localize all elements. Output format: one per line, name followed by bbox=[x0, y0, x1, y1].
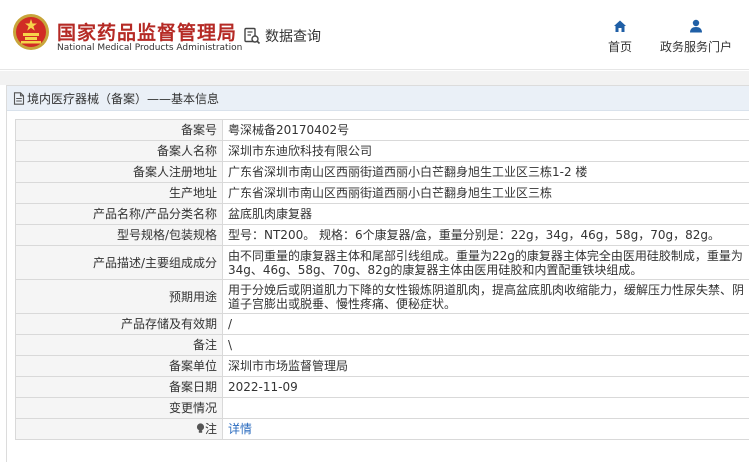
info-panel: 境内医疗器械（备案）——基本信息 备案号 粤深械备20170402号 备案人名称… bbox=[6, 85, 749, 462]
site-header: 国家药品监督管理局 National Medical Products Admi… bbox=[0, 0, 749, 70]
panel-title: 境内医疗器械（备案）——基本信息 bbox=[27, 91, 220, 106]
field-label: 型号规格/包装规格 bbox=[15, 224, 223, 246]
user-icon bbox=[690, 19, 702, 33]
field-label: 产品描述/主要组成成分 bbox=[15, 245, 223, 280]
field-value: 用于分娩后或阴道肌力下降的女性锻炼阴道肌肉，提高盆底肌肉收缩能力，缓解压力性尿失… bbox=[222, 279, 749, 314]
field-label: 备案号 bbox=[15, 119, 223, 141]
table-row: 预期用途 用于分娩后或阴道肌力下降的女性锻炼阴道肌肉，提高盆底肌肉收缩能力，缓解… bbox=[15, 279, 749, 314]
home-icon bbox=[614, 20, 626, 32]
lightbulb-icon bbox=[196, 423, 205, 433]
panel-title-bar: 境内医疗器械（备案）——基本信息 bbox=[7, 86, 749, 111]
field-label: 注 bbox=[204, 422, 217, 436]
field-value: 深圳市市场监督管理局 bbox=[222, 355, 749, 377]
table-row: 产品存储及有效期 / bbox=[15, 313, 749, 335]
brand-title: 国家药品监督管理局 bbox=[57, 22, 238, 44]
data-query-link[interactable]: 数据查询 bbox=[243, 26, 321, 46]
field-label: 备案日期 bbox=[15, 376, 223, 398]
details-link[interactable]: 详情 bbox=[228, 422, 252, 436]
field-value: 型号：NT200。 规格：6个康复器/盒，重量分别是：22g，34g，46g，5… bbox=[222, 224, 749, 246]
nav-service-portal[interactable]: 政务服务门户 bbox=[656, 19, 736, 55]
table-row: 生产地址 广东省深圳市南山区西丽街道西丽小白芒翻身旭生工业区三栋 bbox=[15, 182, 749, 204]
field-label: 备案人注册地址 bbox=[15, 161, 223, 183]
field-label: 产品存储及有效期 bbox=[15, 313, 223, 335]
table-row: 备案人名称 深圳市东迪欣科技有限公司 bbox=[15, 140, 749, 162]
document-icon bbox=[13, 91, 25, 105]
field-label: 变更情况 bbox=[15, 397, 223, 419]
field-value bbox=[222, 397, 749, 419]
field-label: 预期用途 bbox=[15, 279, 223, 314]
table-row: 备案号 粤深械备20170402号 bbox=[15, 119, 749, 141]
table-row: 产品名称/产品分类名称 盆底肌肉康复器 bbox=[15, 203, 749, 225]
note-label-cell: 注 bbox=[15, 418, 223, 440]
nav-home-label: 首页 bbox=[607, 40, 632, 54]
field-value: / bbox=[222, 313, 749, 335]
table-row: 注 详情 bbox=[15, 418, 749, 440]
national-emblem-logo bbox=[13, 14, 49, 50]
field-label: 备注 bbox=[15, 334, 223, 356]
data-query-label: 数据查询 bbox=[265, 29, 321, 45]
table-row: 产品描述/主要组成成分 由不同重量的康复器主体和尾部引线组成。重量为22g的康复… bbox=[15, 245, 749, 280]
record-info-table: 备案号 粤深械备20170402号 备案人名称 深圳市东迪欣科技有限公司 备案人… bbox=[15, 119, 749, 440]
table-row: 备注 \ bbox=[15, 334, 749, 356]
table-row: 型号规格/包装规格 型号：NT200。 规格：6个康复器/盒，重量分别是：22g… bbox=[15, 224, 749, 246]
table-row: 备案人注册地址 广东省深圳市南山区西丽街道西丽小白芒翻身旭生工业区三栋1-2 楼 bbox=[15, 161, 749, 183]
field-value: 广东省深圳市南山区西丽街道西丽小白芒翻身旭生工业区三栋1-2 楼 bbox=[222, 161, 749, 183]
field-value: 粤深械备20170402号 bbox=[222, 119, 749, 141]
search-document-icon bbox=[244, 27, 261, 45]
table-row: 备案单位 深圳市市场监督管理局 bbox=[15, 355, 749, 377]
brand-subtitle: National Medical Products Administration bbox=[57, 43, 243, 53]
field-value: \ bbox=[222, 334, 749, 356]
field-value: 由不同重量的康复器主体和尾部引线组成。重量为22g的康复器主体完全由医用硅胶制成… bbox=[222, 245, 749, 280]
table-row: 变更情况 bbox=[15, 397, 749, 419]
field-value: 2022-11-09 bbox=[222, 376, 749, 398]
nav-home[interactable]: 首页 bbox=[600, 19, 640, 55]
field-label: 产品名称/产品分类名称 bbox=[15, 203, 223, 225]
field-label: 备案单位 bbox=[15, 355, 223, 377]
field-value: 广东省深圳市南山区西丽街道西丽小白芒翻身旭生工业区三栋 bbox=[222, 182, 749, 204]
field-label: 备案人名称 bbox=[15, 140, 223, 162]
field-value: 盆底肌肉康复器 bbox=[222, 203, 749, 225]
table-row: 备案日期 2022-11-09 bbox=[15, 376, 749, 398]
field-value: 深圳市东迪欣科技有限公司 bbox=[222, 140, 749, 162]
field-value: 详情 bbox=[222, 418, 749, 440]
nav-service-label: 政务服务门户 bbox=[659, 40, 732, 54]
field-label: 生产地址 bbox=[15, 182, 223, 204]
header-divider bbox=[0, 71, 749, 85]
